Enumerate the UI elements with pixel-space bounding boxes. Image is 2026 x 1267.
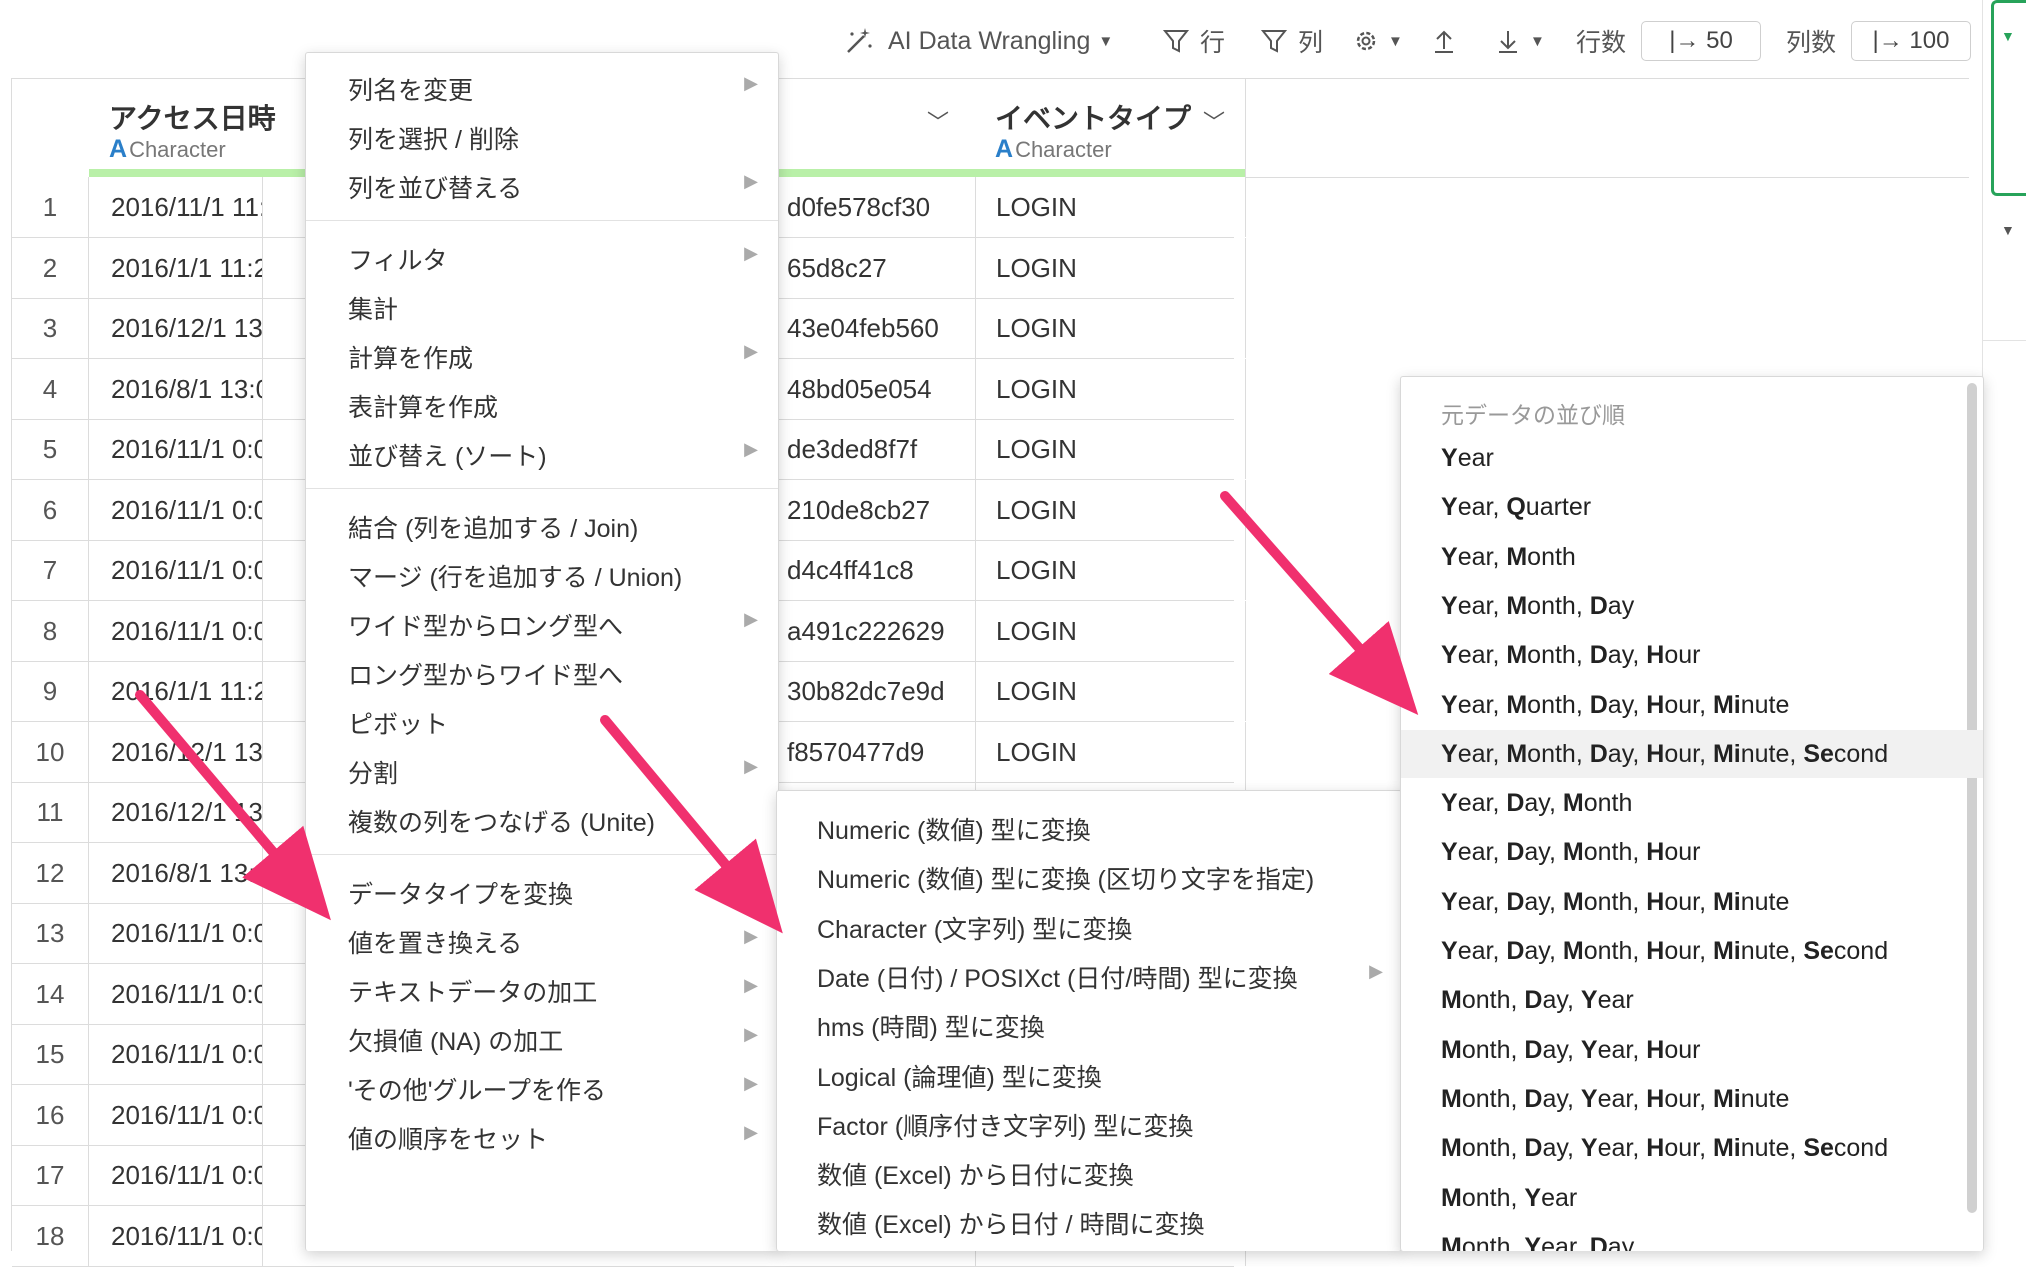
arrow-to-datatype-menu-item [135, 690, 331, 921]
arrow-to-ymdhms-option [1220, 491, 1419, 715]
arrow-to-date-submenu-item [600, 715, 783, 934]
annotation-arrows [135, 491, 1419, 934]
